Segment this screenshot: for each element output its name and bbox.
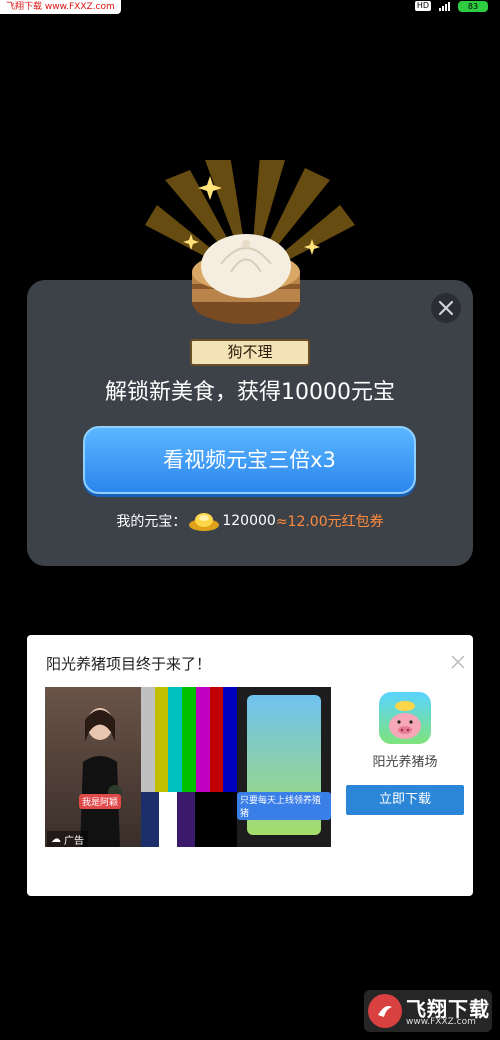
watch-video-button[interactable]: 看视频元宝三倍x3	[83, 426, 416, 494]
hd-badge: HD	[414, 1, 431, 11]
app-name: 阳光养猪场	[372, 755, 438, 770]
balance-label: 我的元宝：	[116, 514, 187, 530]
close-icon	[438, 300, 454, 316]
balance-row: 我的元宝： 120000 ≈12.00元红包券	[27, 508, 473, 534]
ad-badge: ☁ 广告	[47, 831, 88, 847]
pig-icon	[389, 701, 421, 739]
watermark-url: www.FXXZ.com	[406, 1017, 476, 1027]
download-button[interactable]: 立即下载	[346, 785, 464, 815]
ad-close-icon[interactable]	[451, 655, 465, 669]
ad-title: 阳光养猪项目终于来了！	[46, 655, 212, 673]
status-bar: 飞翔下载 www.FXXZ.com HD 83	[0, 0, 500, 14]
ad-badge-label: 广告	[64, 836, 84, 847]
phone-mockup	[237, 687, 331, 847]
watermark-logo-icon	[368, 994, 402, 1028]
close-button[interactable]	[431, 293, 461, 323]
ad-subtitle-left: 我是阿颖	[79, 794, 122, 809]
battery-indicator: 83	[458, 0, 488, 12]
ad-card[interactable]: 阳光养猪项目终于来了！ 我是阿颖 只要每天上线领养殖猪 ☁ 广告 阳光养猪场 立…	[27, 635, 473, 896]
balance-equivalent: ≈12.00元红包券	[275, 514, 384, 530]
gold-ingot-icon	[189, 513, 220, 531]
signal-icon	[439, 1, 450, 11]
reward-headline: 解锁新美食，获得10000元宝	[105, 380, 395, 405]
status-icons: HD 83	[414, 0, 488, 12]
balance-value: 120000	[222, 513, 276, 529]
ad-video-thumbnail[interactable]: 我是阿颖 只要每天上线领养殖猪 ☁ 广告	[45, 687, 331, 847]
steamed-bun-icon	[192, 234, 300, 324]
watermark-bottom: 飞翔下载 www.FXXZ.com	[364, 990, 492, 1032]
food-name-label: 狗不理	[190, 339, 310, 366]
watermark-top: 飞翔下载 www.FXXZ.com	[0, 0, 121, 14]
ad-subtitle-right: 只要每天上线领养殖猪	[237, 792, 331, 820]
presenter-image	[80, 708, 122, 847]
app-icon[interactable]	[379, 692, 431, 744]
ad-logo-icon: ☁	[51, 834, 61, 845]
